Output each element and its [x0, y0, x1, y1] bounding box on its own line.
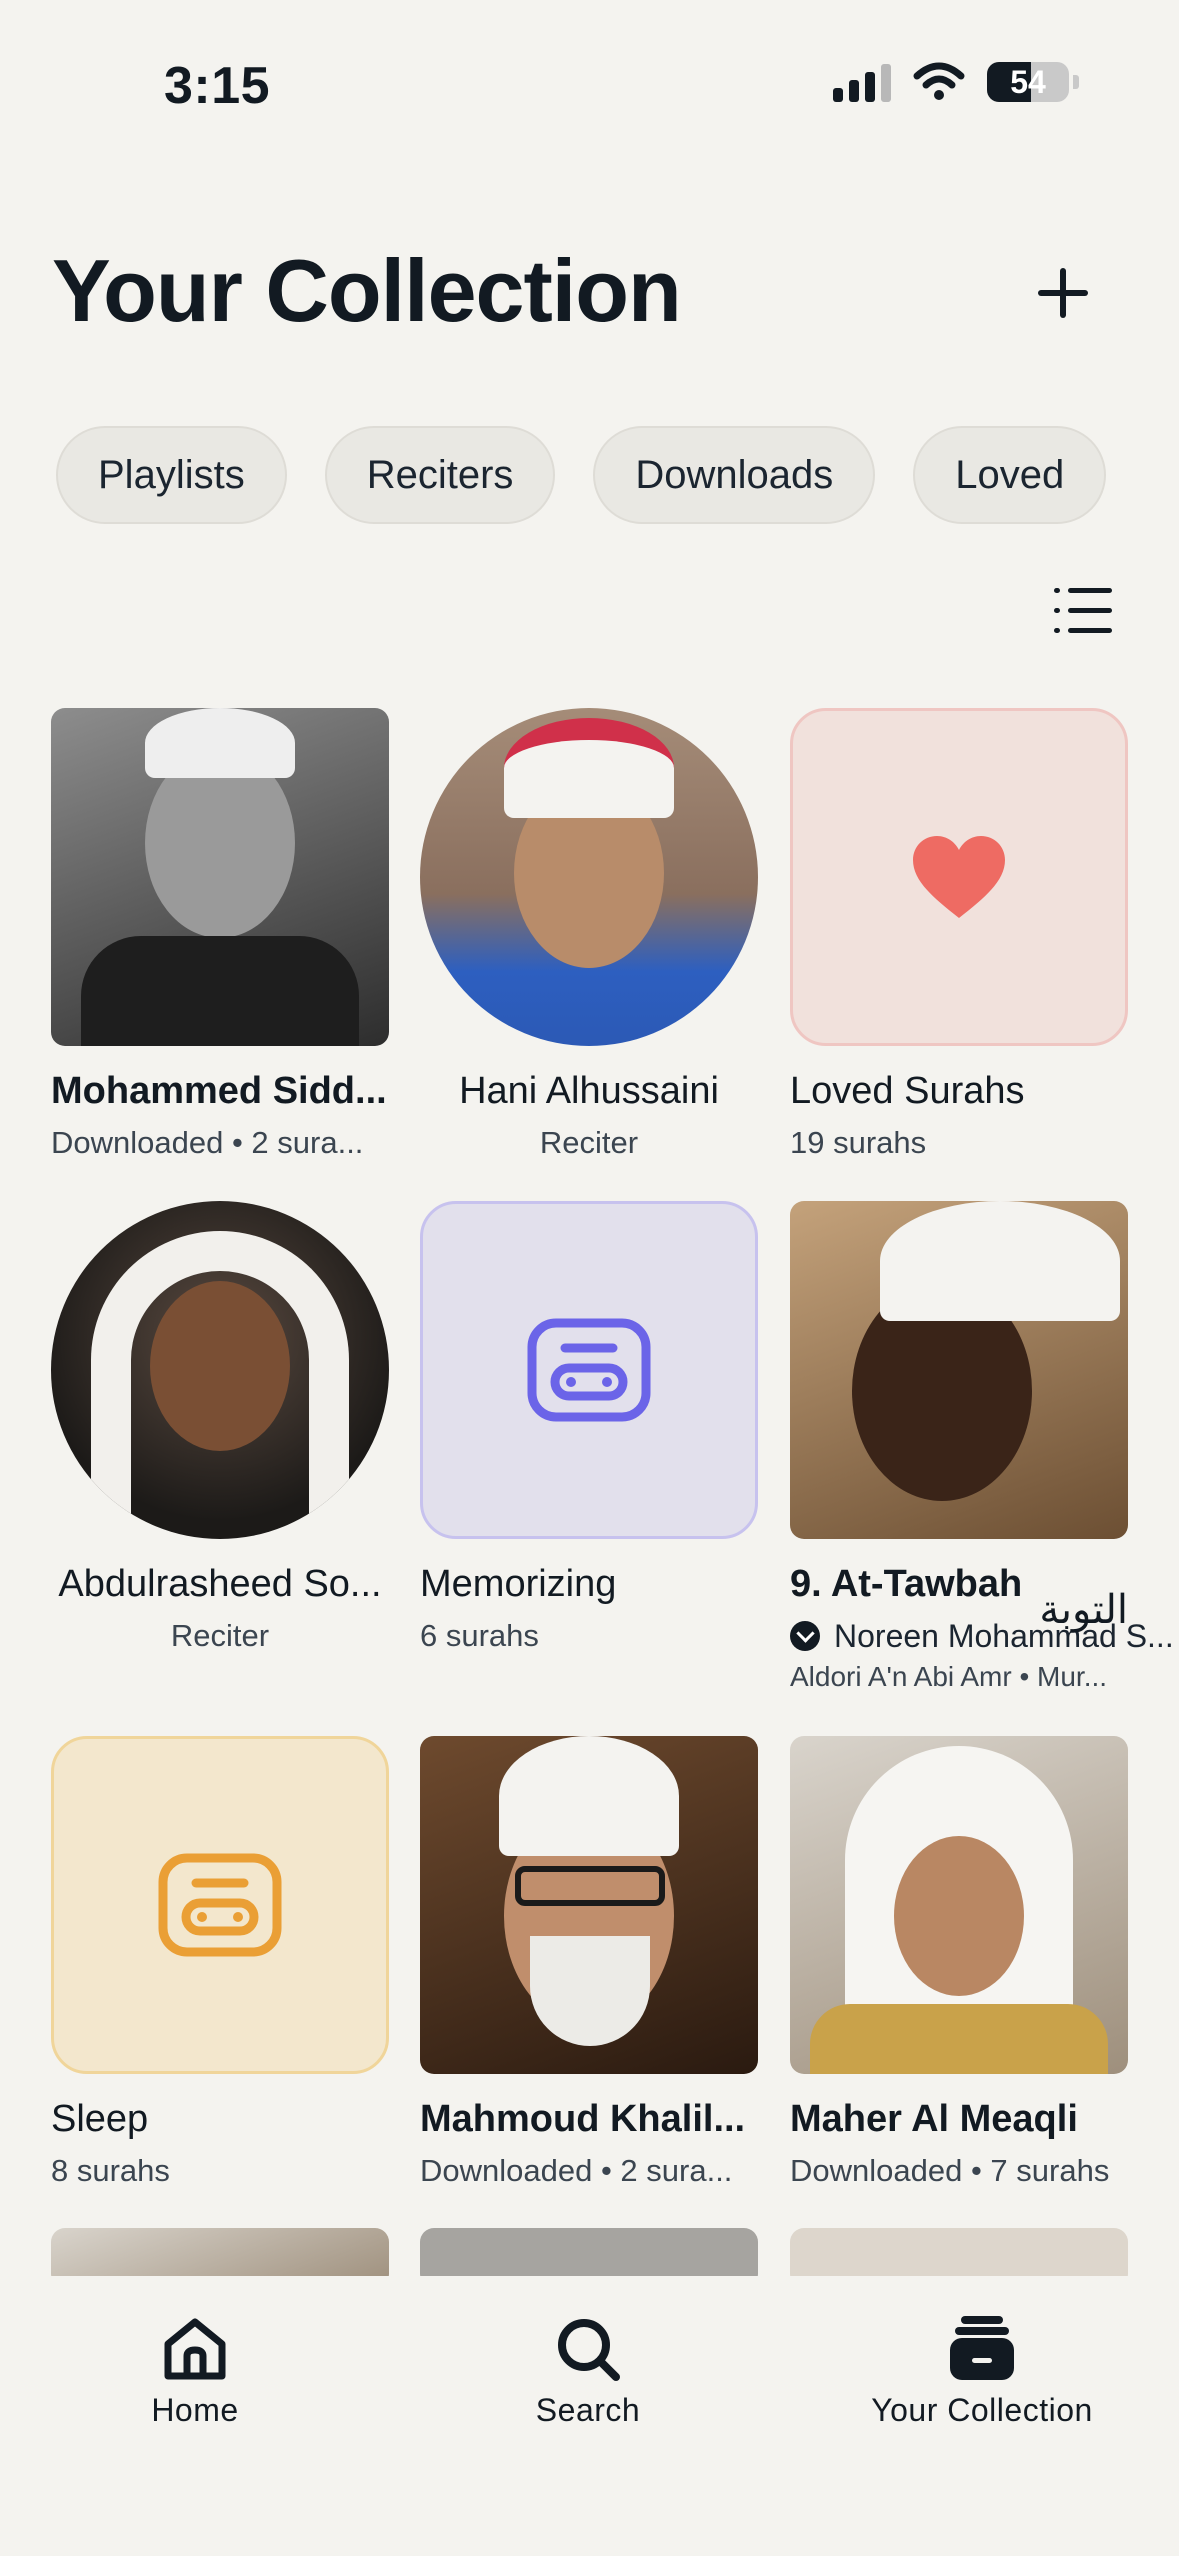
item-title: Loved Surahs [790, 1070, 1025, 1112]
collection-item-abdulrasheed-sufi[interactable]: Abdulrasheed So... Reciter [51, 1201, 389, 1654]
chip-playlists[interactable]: Playlists [56, 426, 287, 524]
page-title: Your Collection [52, 241, 682, 340]
collection-item-hani-alhussaini[interactable]: Hani Alhussaini Reciter [420, 708, 758, 1161]
cassette-icon [158, 1853, 282, 1957]
item-subtitle: Downloaded • 2 sura... [51, 1125, 364, 1160]
status-time: 3:15 [164, 57, 271, 115]
tab-search-label: Search [535, 2392, 641, 2428]
item-subtitle: 19 surahs [790, 1125, 927, 1160]
status-indicators: 54 [833, 62, 1079, 102]
tab-home[interactable]: Home [45, 2314, 345, 2429]
item-subtitle-secondary: Aldori A'n Abi Amr • Mur... [790, 1661, 1108, 1692]
wifi-icon [913, 62, 965, 100]
chip-reciters[interactable]: Reciters [324, 426, 556, 524]
home-icon [164, 2318, 226, 2380]
reciter-photo [790, 1201, 1128, 1539]
chip-downloads[interactable]: Downloads [593, 426, 876, 524]
item-title: Maher Al Meaqli [790, 2098, 1078, 2140]
add-button[interactable] [1030, 260, 1096, 326]
item-title: Memorizing [420, 1563, 617, 1605]
collection-icon [950, 2316, 1014, 2380]
collection-item-memorizing[interactable]: Memorizing 6 surahs [420, 1201, 758, 1654]
loved-playlist-art [790, 708, 1128, 1046]
item-subtitle: 6 surahs [420, 1618, 539, 1653]
collection-item-loved-surahs[interactable]: Loved Surahs 19 surahs [790, 708, 1128, 1161]
memorizing-playlist-art [420, 1201, 758, 1539]
reciter-photo [51, 708, 389, 1046]
tab-bar: Home Search Your Collection [0, 2276, 1179, 2556]
reciter-photo [420, 1736, 758, 2074]
reciter-avatar [51, 1201, 389, 1539]
item-title: Mohammed Sidd... [51, 1070, 387, 1112]
tab-home-label: Home [151, 2392, 239, 2428]
tab-your-collection-label: Your Collection [871, 2392, 1093, 2428]
collection-item-at-tawbah[interactable]: 9. At-Tawbah التوبة Noreen Mohammad S...… [790, 1201, 1174, 1693]
item-subtitle: Reciter [170, 1618, 270, 1653]
cassette-icon [527, 1318, 651, 1422]
item-subtitle: Downloaded • 2 sura... [420, 2153, 733, 2188]
chip-loved[interactable]: Loved [913, 426, 1107, 524]
reciter-avatar [420, 708, 758, 1046]
item-subtitle: Downloaded • 7 surahs [790, 2153, 1110, 2188]
filter-chips: Playlists Reciters Downloads Loved [56, 426, 1107, 524]
tab-your-collection[interactable]: Your Collection [832, 2314, 1132, 2429]
tab-search[interactable]: Search [438, 2314, 738, 2429]
cellular-signal-icon [833, 62, 891, 102]
item-subtitle: 8 surahs [51, 2153, 170, 2188]
item-title: Sleep [51, 2098, 149, 2140]
collection-item-maher-al-meaqli[interactable]: Maher Al Meaqli Downloaded • 7 surahs [790, 1736, 1128, 2189]
item-subtitle: Reciter [539, 1125, 639, 1160]
downloaded-icon [790, 1621, 820, 1651]
item-title: Abdulrasheed So... [58, 1563, 382, 1605]
collection-item-mohammed-siddiq[interactable]: Mohammed Sidd... Downloaded • 2 sura... [51, 708, 389, 1161]
reciter-photo [790, 1736, 1128, 2074]
heart-icon [913, 836, 1005, 918]
search-icon [558, 2319, 620, 2381]
item-title: Mahmoud Khalil... [420, 2098, 746, 2140]
item-title: Hani Alhussaini [459, 1070, 719, 1112]
battery-icon: 54 [987, 62, 1069, 102]
sleep-playlist-art [51, 1736, 389, 2074]
battery-level: 54 [1010, 64, 1046, 100]
collection-item-mahmoud-khalil[interactable]: Mahmoud Khalil... Downloaded • 2 sura... [420, 1736, 758, 2189]
status-bar: 3:15 54 [0, 0, 1179, 160]
collection-item-sleep[interactable]: Sleep 8 surahs [51, 1736, 389, 2189]
list-view-icon[interactable] [1054, 588, 1112, 634]
surah-arabic-name: التوبة [1039, 1587, 1128, 1633]
